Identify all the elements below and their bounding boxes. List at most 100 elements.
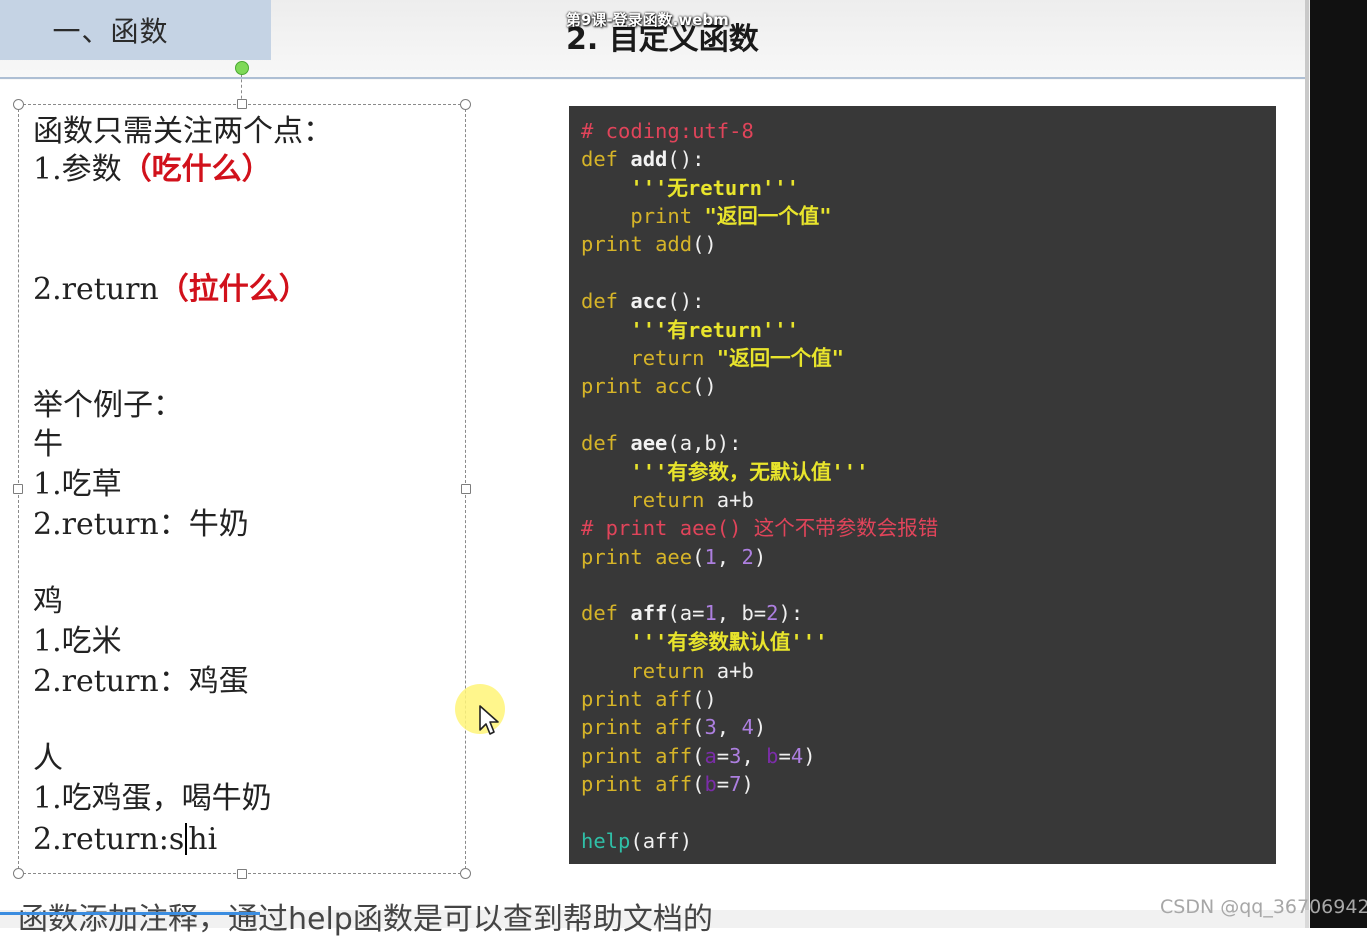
text-line: 2.return：鸡蛋 [33,664,249,699]
code-line: print aff() [581,686,717,712]
code-symbol: () [692,687,717,711]
watermark: CSDN @qq_36706942 [1160,896,1367,918]
video-letterbox [1310,0,1367,928]
code-call: aff [655,715,693,739]
code-docstring: '''有参数，无默认值''' [630,460,869,484]
code-call: acc [655,374,693,398]
code-line: return a+b [581,487,754,513]
code-keyword: return [630,488,705,512]
code-line: print aff(a=3, b=4) [581,743,816,769]
code-number: 4 [790,744,804,768]
code-string: "返回一个值" [716,346,844,370]
code-keyword: print [581,687,643,711]
resize-handle-right[interactable] [461,484,471,494]
code-line: '''有参数，无默认值''' [581,459,868,485]
slide-footnote: 函数添加注释，通过help函数是可以查到帮助文档的 [18,902,713,937]
text-line: 2.return:s hi [33,822,217,858]
code-keyword: print [581,744,643,768]
code-symbol: (): [667,147,705,171]
code-line: print "返回一个值" [581,203,832,229]
code-symbol: ( [692,715,705,739]
code-function: add [630,147,668,171]
code-keyword: print [581,232,643,256]
code-param: b [704,772,717,796]
code-symbol: ( [692,545,705,569]
text-line: 人 [33,741,63,776]
text-line: 1.参数（吃什么） [33,152,272,188]
header-divider [0,77,1308,79]
code-line: return a+b [581,658,754,684]
code-param: a [704,744,717,768]
text-line: 1.吃米 [33,624,122,659]
code-number: 7 [729,772,742,796]
code-line: print aff(3, 4) [581,714,766,740]
code-block: # coding:utf-8 def add(): '''无return''' … [569,106,1276,864]
resize-handle-bottom[interactable] [237,869,247,879]
code-keyword: return [630,659,705,683]
code-function: acc [630,289,668,313]
code-call: aff [655,772,693,796]
code-keyword: def [581,601,619,625]
text-line: 函数只需关注两个点： [33,114,333,149]
code-number: 3 [704,715,717,739]
text-segment: 2.return:s [33,822,185,857]
slide-edge [1305,0,1309,928]
code-expression: a+b [716,659,754,683]
rotate-handle[interactable] [235,61,249,75]
resize-handle-bottom-right[interactable] [460,868,471,879]
code-number: 1 [704,601,717,625]
resize-handle-bottom-left[interactable] [13,868,24,879]
text-highlight: （拉什么） [158,272,309,307]
code-symbol: ) [753,715,767,739]
text-line: 举个例子： [33,388,183,423]
code-symbol: () [692,374,717,398]
resize-handle-top[interactable] [237,99,247,109]
code-call: aff [655,687,693,711]
code-line: '''无return''' [581,175,799,201]
text-highlight: （吃什么） [121,152,272,187]
code-keyword: print [581,715,643,739]
code-line: print aee(1, 2) [581,544,766,570]
mouse-pointer-icon [479,705,499,735]
code-symbol: , b= [716,601,767,625]
code-keyword: def [581,147,619,171]
code-symbol: = [716,744,730,768]
code-keyword: print [630,204,693,228]
code-keyword: print [581,374,643,398]
code-line: # coding:utf-8 [581,119,754,143]
code-symbol: = [778,744,791,768]
code-line: def aff(a=1, b=2): [581,600,803,626]
code-line: '''有参数默认值''' [581,629,827,655]
code-symbol: ( [692,744,705,768]
code-string: "返回一个值" [704,204,832,228]
text-line: 鸡 [33,584,63,619]
code-line: print acc() [581,373,717,399]
code-line: print add() [581,231,717,257]
text-line: 2.return（拉什么） [33,272,309,308]
text-caret [185,823,188,855]
code-docstring: '''有参数默认值''' [630,630,828,654]
code-symbol: (a,b): [667,431,742,455]
code-symbol: ) [753,545,767,569]
code-symbol: , [716,545,742,569]
code-number: 2 [741,545,754,569]
resize-handle-top-left[interactable] [13,99,24,110]
code-keyword: print [581,772,643,796]
code-symbol: , [741,744,767,768]
code-number: 1 [704,545,717,569]
resize-handle-top-right[interactable] [460,99,471,110]
video-title: 第9课-登录函数.webm [566,11,729,29]
video-progress-bar[interactable] [0,912,260,915]
code-expression: a+b [716,488,754,512]
code-param: b [766,744,779,768]
code-line: # print aee() 这个不带参数会报错 [581,516,939,540]
code-keyword: def [581,431,619,455]
code-call: aee [655,545,693,569]
code-line: '''有return''' [581,317,799,343]
code-number: 2 [766,601,779,625]
code-symbol: (a= [667,601,705,625]
code-function: aff [630,601,668,625]
text-line: 1.吃鸡蛋，喝牛奶 [33,781,272,816]
code-line: return "返回一个值" [581,345,844,371]
resize-handle-left[interactable] [13,484,23,494]
